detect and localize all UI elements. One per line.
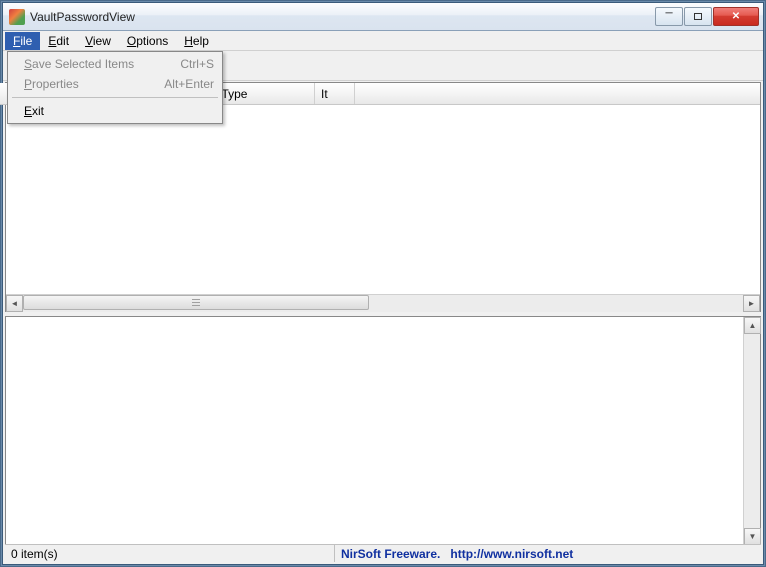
app-icon xyxy=(9,9,25,25)
menu-view[interactable]: View xyxy=(77,32,119,50)
status-credit-link[interactable]: http://www.nirsoft.net xyxy=(450,547,573,561)
scroll-right-button[interactable]: ► xyxy=(743,295,760,312)
status-credit: NirSoft Freeware. http://www.nirsoft.net xyxy=(335,547,579,561)
menu-exit[interactable]: Exit xyxy=(10,101,220,121)
window-buttons: ─ ✕ xyxy=(654,7,759,27)
menu-properties[interactable]: Properties Alt+Enter xyxy=(10,74,220,94)
menu-file[interactable]: File xyxy=(5,32,40,50)
scroll-up-button[interactable]: ▲ xyxy=(744,317,761,334)
menu-help[interactable]: Help xyxy=(176,32,217,50)
statusbar: 0 item(s) NirSoft Freeware. http://www.n… xyxy=(5,544,761,562)
menubar: File Edit View Options Help xyxy=(3,31,763,51)
menu-options[interactable]: Options xyxy=(119,32,176,50)
maximize-button[interactable] xyxy=(684,7,712,26)
menu-edit[interactable]: Edit xyxy=(40,32,77,50)
column-header[interactable]: It xyxy=(315,83,355,104)
close-button[interactable]: ✕ xyxy=(713,7,759,26)
file-menu-dropdown: Save Selected Items Ctrl+S Properties Al… xyxy=(7,51,223,124)
scroll-left-button[interactable]: ◄ xyxy=(6,295,23,312)
vertical-scrollbar-track[interactable] xyxy=(744,334,760,528)
vertical-scrollbar[interactable]: ▲ ▼ xyxy=(743,317,760,545)
menu-save-selected-items[interactable]: Save Selected Items Ctrl+S xyxy=(10,54,220,74)
horizontal-scrollbar-track[interactable] xyxy=(23,295,743,312)
app-window: VaultPasswordView ─ ✕ File Edit View Opt… xyxy=(2,2,764,565)
horizontal-scrollbar-thumb[interactable] xyxy=(23,295,369,310)
titlebar[interactable]: VaultPasswordView ─ ✕ xyxy=(3,3,763,31)
scroll-down-button[interactable]: ▼ xyxy=(744,528,761,545)
status-item-count: 0 item(s) xyxy=(5,545,335,562)
details-pane[interactable]: ▲ ▼ xyxy=(5,316,761,546)
menu-separator xyxy=(12,97,218,98)
minimize-button[interactable]: ─ xyxy=(655,7,683,26)
horizontal-scrollbar[interactable]: ◄ ► xyxy=(6,294,760,311)
window-title: VaultPasswordView xyxy=(30,10,654,24)
